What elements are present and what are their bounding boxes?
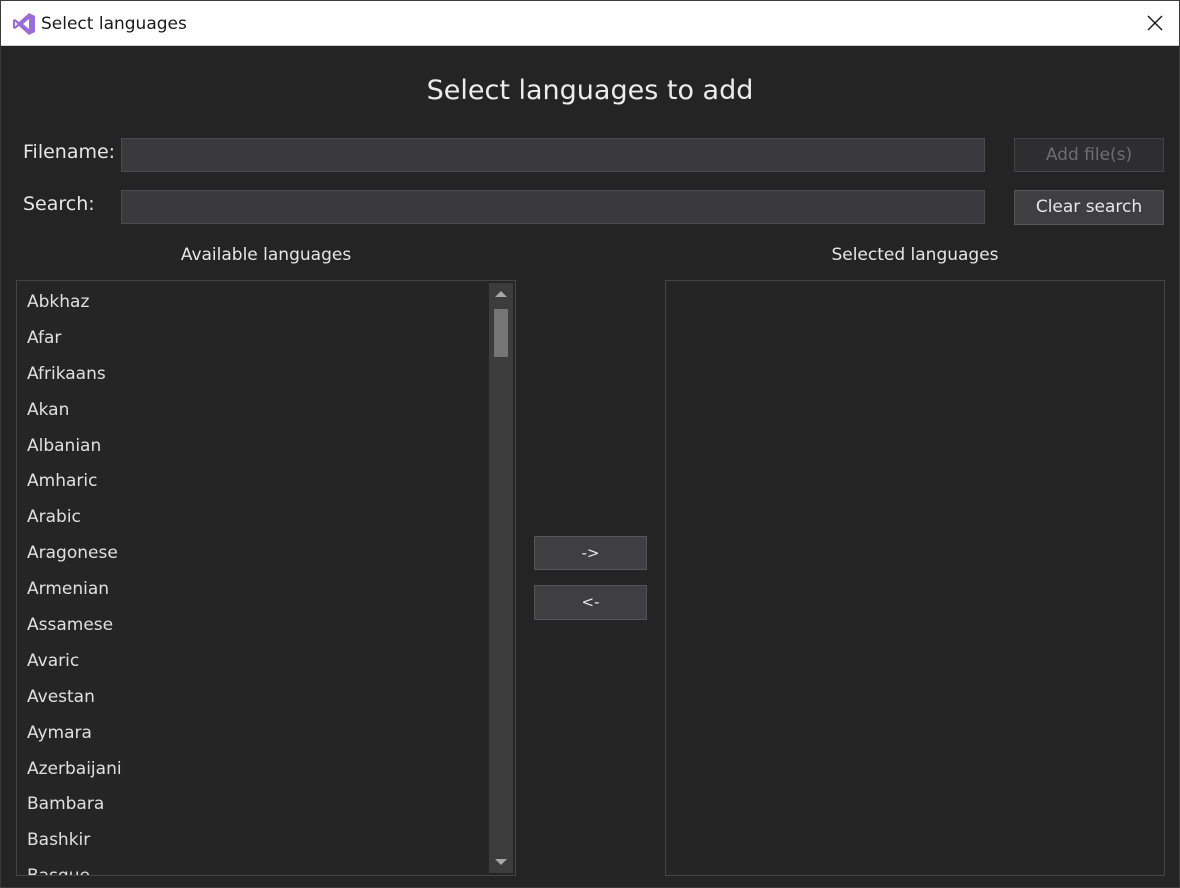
list-item[interactable]: Abkhaz	[17, 284, 485, 320]
list-item[interactable]: Albanian	[17, 428, 485, 464]
list-item[interactable]: Basque	[17, 858, 485, 875]
list-item[interactable]: Assamese	[17, 607, 485, 643]
list-item[interactable]: Afar	[17, 320, 485, 356]
list-item[interactable]: Armenian	[17, 571, 485, 607]
add-language-button[interactable]: ->	[534, 536, 647, 570]
scroll-up-arrow-icon[interactable]	[489, 283, 513, 305]
search-input[interactable]	[121, 190, 985, 224]
list-item[interactable]: Bambara	[17, 786, 485, 822]
list-item[interactable]: Afrikaans	[17, 356, 485, 392]
window-title: Select languages	[41, 14, 187, 34]
list-item[interactable]: Bashkir	[17, 822, 485, 858]
list-item[interactable]: Avaric	[17, 643, 485, 679]
remove-language-button[interactable]: <-	[534, 585, 647, 620]
available-list-scrollbar[interactable]	[489, 283, 513, 873]
title-bar: Select languages	[1, 1, 1179, 46]
search-label: Search:	[23, 193, 95, 215]
list-item[interactable]: Azerbaijani	[17, 751, 485, 787]
filename-label: Filename:	[23, 141, 116, 163]
visual-studio-icon	[13, 13, 35, 35]
add-files-button[interactable]: Add file(s)	[1014, 138, 1164, 172]
selected-languages-list[interactable]	[665, 280, 1165, 876]
list-item[interactable]: Akan	[17, 392, 485, 428]
available-languages-list[interactable]: Abkhaz Afar Afrikaans Akan Albanian Amharic Ar…	[16, 280, 516, 876]
list-item[interactable]: Aragonese	[17, 535, 485, 571]
list-item[interactable]: Aymara	[17, 715, 485, 751]
clear-search-button[interactable]: Clear search	[1014, 190, 1164, 225]
selected-languages-label: Selected languages	[831, 245, 999, 265]
available-languages-label: Available languages	[180, 245, 352, 265]
scroll-down-arrow-icon[interactable]	[489, 851, 513, 873]
available-languages-items: Abkhaz Afar Afrikaans Akan Albanian Amharic Ar…	[17, 281, 485, 875]
list-item[interactable]: Avestan	[17, 679, 485, 715]
dialog-heading: Select languages to add	[426, 75, 754, 106]
select-languages-dialog: Select languages Select languages to add…	[0, 0, 1180, 888]
scroll-thumb[interactable]	[494, 309, 508, 357]
list-item[interactable]: Amharic	[17, 463, 485, 499]
close-icon[interactable]	[1143, 11, 1167, 35]
filename-input[interactable]	[121, 138, 985, 172]
list-item[interactable]: Arabic	[17, 499, 485, 535]
